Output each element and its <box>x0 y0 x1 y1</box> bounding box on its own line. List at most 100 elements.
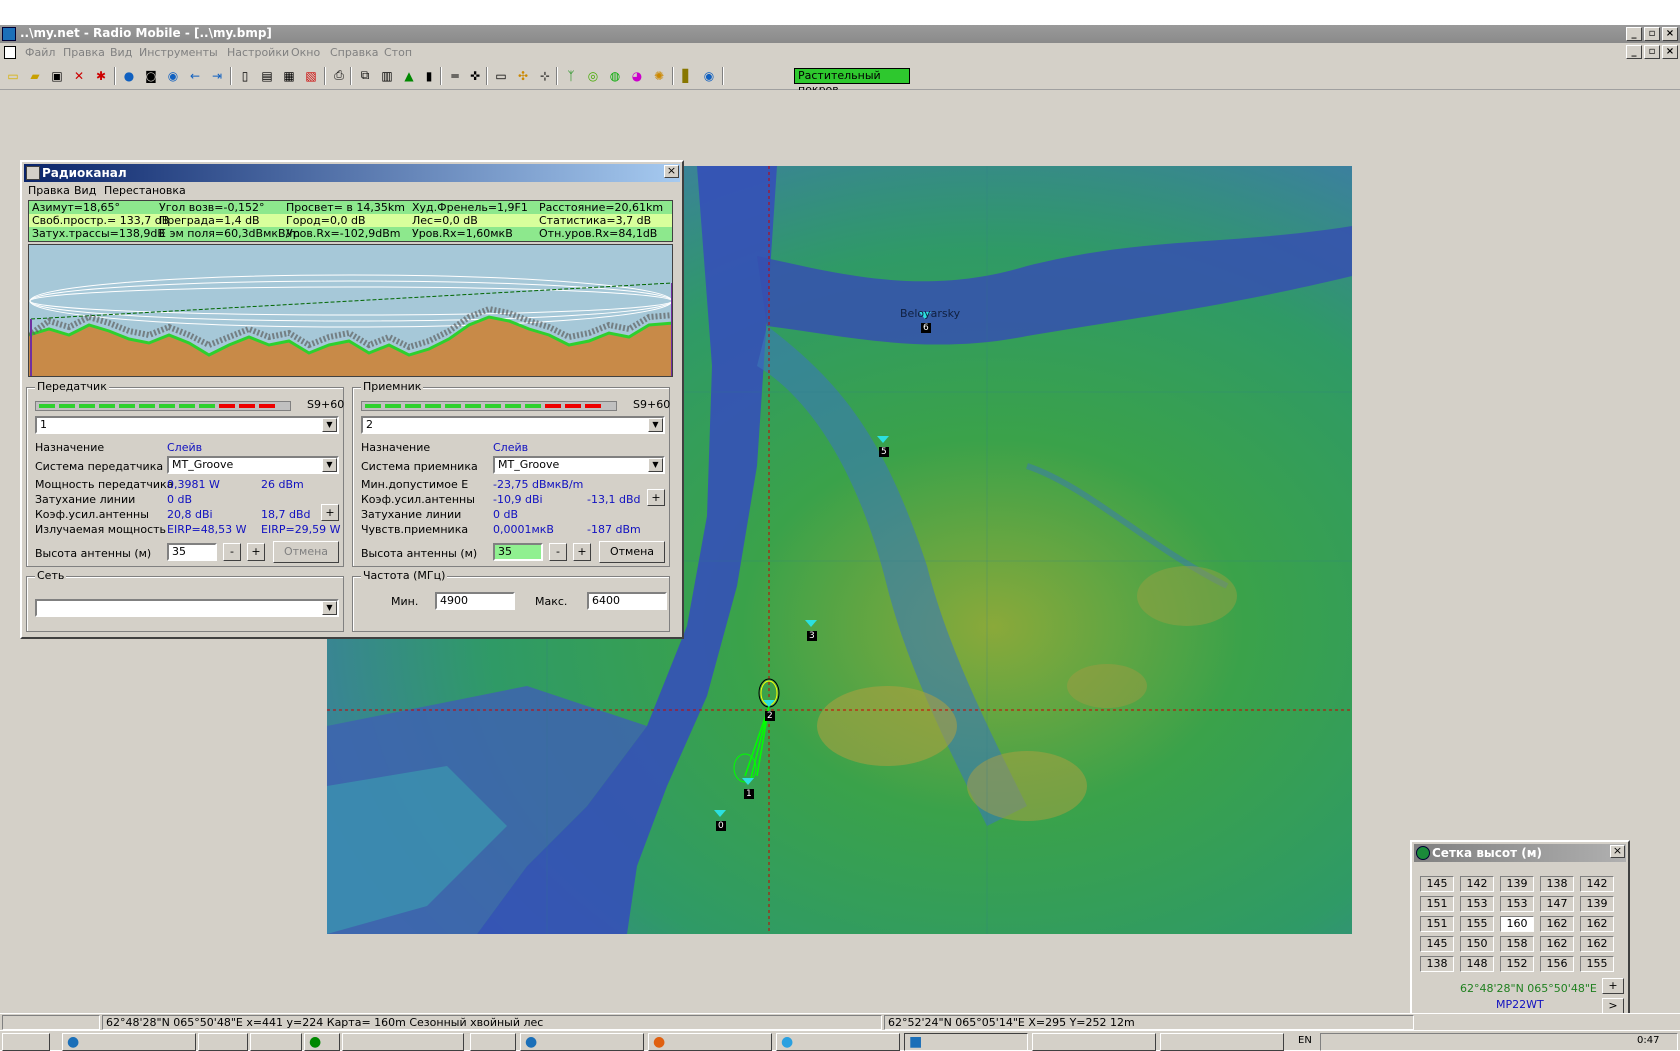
interference-icon[interactable]: ◕ <box>628 67 646 84</box>
start-button[interactable] <box>2 1033 50 1051</box>
radio-link-menu-view[interactable]: Вид <box>74 184 96 197</box>
crosshair-icon[interactable]: ✜ <box>466 67 484 84</box>
network-icon[interactable]: ✱ <box>92 67 110 84</box>
chevron-down-icon[interactable]: ▼ <box>322 458 337 472</box>
print-icon[interactable]: ⎙ <box>330 67 348 84</box>
copy-icon[interactable]: ⧉ <box>356 67 374 84</box>
elevation-cell: 150 <box>1460 936 1494 952</box>
pictures-icon[interactable]: ▯ <box>236 67 254 84</box>
network-select[interactable]: ▼ <box>35 599 339 617</box>
zoom-icon[interactable]: ⊹ <box>536 67 554 84</box>
vegetation-toggle[interactable]: Растительный покров <box>794 68 910 96</box>
radio-link-close-button[interactable]: × <box>664 165 679 178</box>
menu-stop[interactable]: Стоп <box>384 46 412 59</box>
tx-gain-plus-button[interactable]: + <box>321 504 339 521</box>
scale-icon[interactable]: ▮ <box>420 67 438 84</box>
taskbar-item-9[interactable] <box>1032 1033 1156 1051</box>
child-minimize-button[interactable]: _ <box>1626 45 1642 59</box>
tx-system-select[interactable]: MT_Groove ▼ <box>167 456 339 474</box>
tx-height-minus-button[interactable]: - <box>223 543 241 561</box>
close-button[interactable]: × <box>1662 27 1678 41</box>
chevron-down-icon[interactable]: ▼ <box>648 458 663 472</box>
rx-gain-plus-button[interactable]: + <box>647 489 665 506</box>
rx-system-select[interactable]: MT_Groove ▼ <box>493 456 665 474</box>
taskbar-item-radio-mobile[interactable]: ■ <box>904 1033 1028 1051</box>
back-arrow-icon[interactable]: ← <box>186 67 204 84</box>
menu-edit[interactable]: Правка <box>63 46 105 59</box>
elevation-next-button[interactable]: > <box>1602 998 1624 1014</box>
cartesian-icon[interactable]: ◍ <box>606 67 624 84</box>
units-icon[interactable]: ✕ <box>70 67 88 84</box>
menu-file[interactable]: Файл <box>25 46 55 59</box>
rx-height-minus-button[interactable]: - <box>549 543 567 561</box>
map-properties-icon[interactable]: ◙ <box>142 67 160 84</box>
menu-tools[interactable]: Инструменты <box>139 46 218 59</box>
polar-icon[interactable]: ◎ <box>584 67 602 84</box>
forward-arrow-icon[interactable]: ⇥ <box>208 67 226 84</box>
radio-link-menu-edit[interactable]: Правка <box>28 184 70 197</box>
unit-marker-3[interactable]: 3 <box>805 620 817 641</box>
chevron-down-icon[interactable]: ▼ <box>322 601 337 615</box>
maximize-button[interactable]: ▫ <box>1644 27 1660 41</box>
radio-link-icon[interactable]: ᛉ <box>562 67 580 84</box>
tx-cancel-button[interactable]: Отмена <box>273 541 339 563</box>
unit-marker-2[interactable]: 2 <box>763 700 775 721</box>
rx-height-input[interactable]: 35 <box>493 543 543 561</box>
tx-height-plus-button[interactable]: + <box>247 543 265 561</box>
coverage-icon[interactable]: ✣ <box>514 67 532 84</box>
child-close-button[interactable]: × <box>1662 45 1678 59</box>
rx-cancel-button[interactable]: Отмена <box>599 541 665 563</box>
radio-link-menu-swap[interactable]: Перестановка <box>104 184 186 197</box>
chevron-down-icon[interactable]: ▼ <box>648 418 663 432</box>
taskbar-item-4[interactable]: ● <box>304 1033 340 1051</box>
unit-marker-1[interactable]: 1 <box>742 778 754 799</box>
window-icon[interactable]: ▭ <box>492 67 510 84</box>
freq-max-input[interactable]: 6400 <box>587 592 667 610</box>
book-icon[interactable]: ▋ <box>678 67 696 84</box>
tx-unit-select[interactable]: 1 ▼ <box>35 416 339 434</box>
taskbar-item-3[interactable] <box>250 1033 302 1051</box>
document-icon[interactable] <box>4 46 16 59</box>
radio-mobile-app-icon[interactable] <box>2 27 16 41</box>
taskbar-item-skype[interactable]: ● <box>776 1033 900 1051</box>
elevation-plus-button[interactable]: + <box>1602 978 1624 994</box>
taskbar-item-2[interactable] <box>198 1033 248 1051</box>
globe-icon[interactable]: ● <box>120 67 138 84</box>
unit-marker-0[interactable]: 0 <box>714 810 726 831</box>
pdf-icon[interactable]: ▧ <box>302 67 320 84</box>
taskbar-item-browser[interactable]: ● <box>62 1033 196 1051</box>
tx-height-input[interactable]: 35 <box>167 543 217 561</box>
rx-unit-select[interactable]: 2 ▼ <box>361 416 665 434</box>
menu-settings[interactable]: Настройки <box>227 46 289 59</box>
path-profile[interactable] <box>28 244 673 377</box>
unit-marker-5[interactable]: 5 <box>877 436 889 457</box>
elevation-title-bar[interactable]: Сетка высот (м) <box>1414 844 1626 862</box>
radio-link-title-bar[interactable]: Радиоканал <box>24 164 680 182</box>
taskbar-item-5[interactable] <box>342 1033 464 1051</box>
menu-window[interactable]: Окно <box>291 46 320 59</box>
freq-min-input[interactable]: 4900 <box>435 592 515 610</box>
taskbar-item-10[interactable] <box>1160 1033 1284 1051</box>
open-icon[interactable]: ▰ <box>26 67 44 84</box>
save-icon[interactable]: ▣ <box>48 67 66 84</box>
taskbar-item-6[interactable] <box>470 1033 516 1051</box>
taskbar-item-firefox[interactable]: ● <box>648 1033 772 1051</box>
new-icon[interactable]: ▭ <box>4 67 22 84</box>
taskbar-item-7[interactable]: ● <box>520 1033 644 1051</box>
child-restore-button[interactable]: ▫ <box>1644 45 1660 59</box>
stack-icon[interactable]: ▥ <box>378 67 396 84</box>
copy-map-icon[interactable]: ▤ <box>258 67 276 84</box>
rx-height-plus-button[interactable]: + <box>573 543 591 561</box>
paste-icon[interactable]: ▦ <box>280 67 298 84</box>
minimize-button[interactable]: _ <box>1626 27 1642 41</box>
merge-icon[interactable]: ◉ <box>164 67 182 84</box>
elevation-icon[interactable]: ▲ <box>400 67 418 84</box>
language-indicator[interactable]: EN <box>1298 1035 1312 1046</box>
ruler-icon[interactable]: ═ <box>446 67 464 84</box>
elevation-close-button[interactable]: × <box>1610 845 1625 858</box>
menu-help[interactable]: Справка <box>330 46 378 59</box>
internet-icon[interactable]: ◉ <box>700 67 718 84</box>
route-icon[interactable]: ✺ <box>650 67 668 84</box>
menu-view[interactable]: Вид <box>110 46 132 59</box>
chevron-down-icon[interactable]: ▼ <box>322 418 337 432</box>
